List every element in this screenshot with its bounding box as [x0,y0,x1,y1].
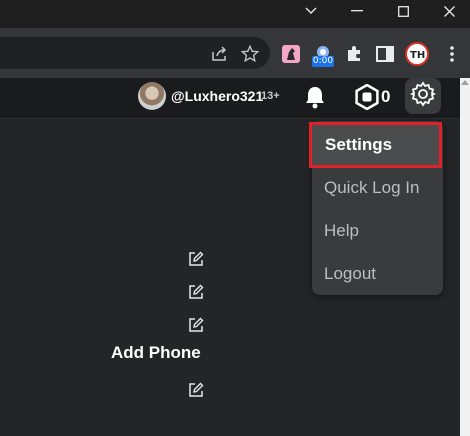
star-bookmark-icon[interactable] [238,42,262,66]
menu-item-help[interactable]: Help [312,209,443,252]
page-scrollbar[interactable] [460,78,470,436]
minimize-button[interactable] [334,0,380,22]
edit-icon[interactable] [187,283,205,301]
menu-item-quick-log-in[interactable]: Quick Log In [312,166,443,209]
robux-count[interactable]: 0 [381,87,390,107]
edit-icon[interactable] [187,381,205,399]
notification-bell-icon[interactable] [298,80,332,114]
avatar[interactable] [138,82,166,110]
scroll-up-arrow-icon[interactable] [461,80,469,85]
robux-icon[interactable] [350,80,384,114]
username-link[interactable]: @Luxhero321 [171,88,263,104]
profile-avatar-icon[interactable]: TH [405,42,429,66]
side-panel-icon[interactable] [373,42,397,66]
site-header: @Luxhero321 13+ 0 [0,78,460,119]
menu-kebab-icon[interactable] [440,42,464,66]
edit-icon[interactable] [187,250,205,268]
age-badge: 13+ [261,90,280,102]
tab-search-chevron-icon[interactable] [288,0,334,22]
edit-icon[interactable] [187,316,205,334]
gear-icon [409,80,437,112]
extension-puzzle-icon[interactable] [342,42,366,66]
add-phone-button[interactable]: Add Phone [111,343,201,363]
browser-toolbar: TH [0,28,470,78]
screen: TH 0:00 @Luxhero321 13+ 0 Quick Log In H… [0,0,470,436]
browser-title-bar [0,0,470,28]
menu-item-settings[interactable]: Settings [309,122,442,168]
svg-text:TH: TH [410,50,425,61]
share-icon[interactable] [208,42,232,66]
extension-timer-badge: 0:00 [312,56,334,67]
maximize-button[interactable] [380,0,426,22]
menu-item-logout[interactable]: Logout [312,252,443,295]
settings-gear-button[interactable] [405,78,441,114]
close-button[interactable] [426,0,470,22]
extension-horse-icon[interactable] [279,42,303,66]
